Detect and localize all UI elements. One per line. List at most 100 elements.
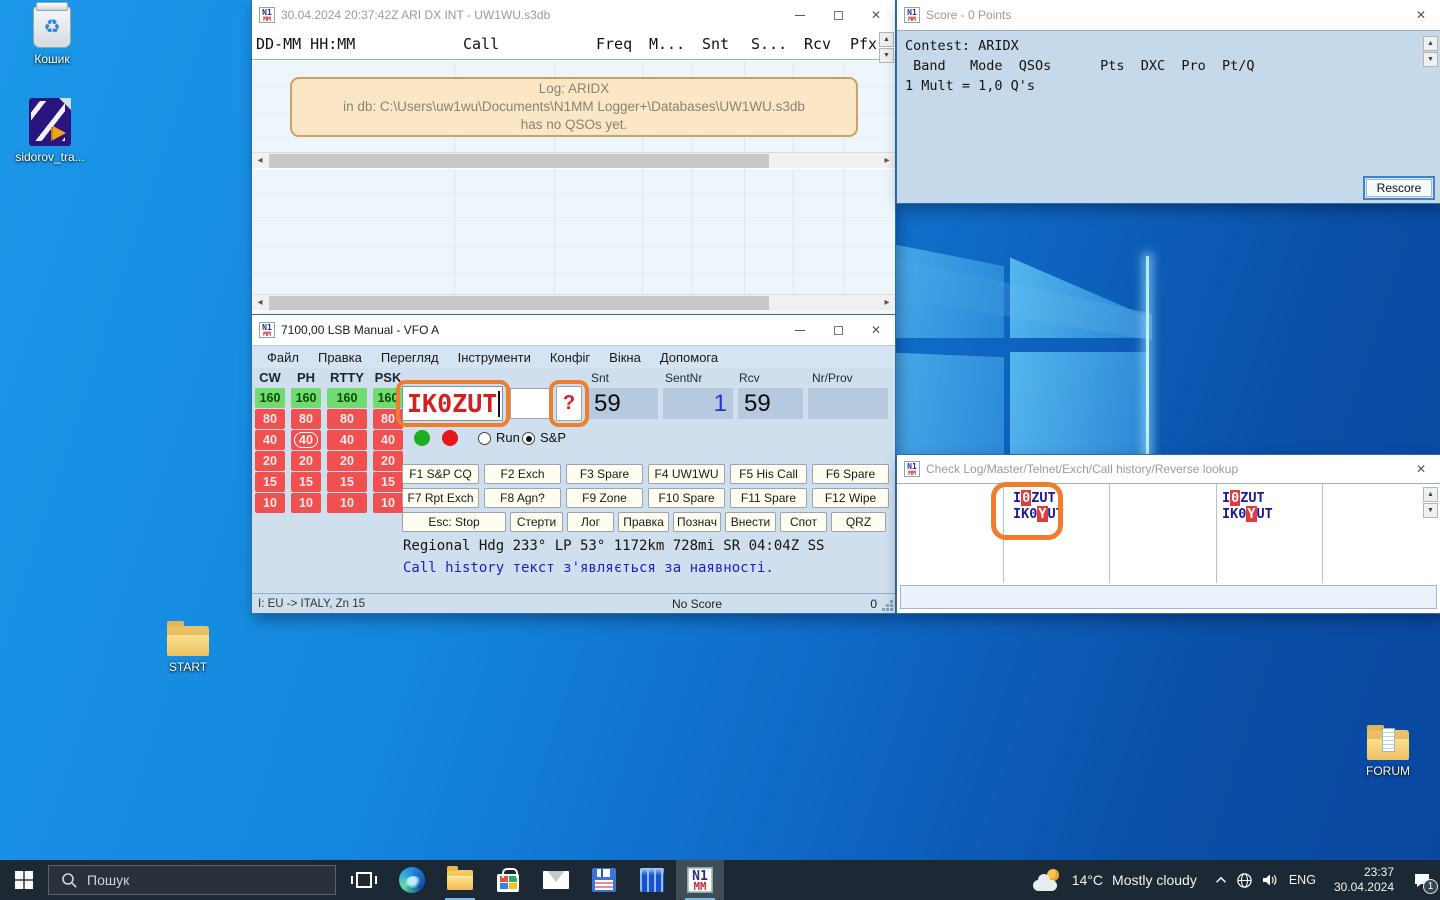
- band-button-PH-10[interactable]: 10: [291, 493, 321, 513]
- sp-radio[interactable]: [522, 432, 535, 445]
- band-button-PH-15[interactable]: 15: [291, 472, 321, 492]
- band-button-RTTY-15[interactable]: 15: [327, 472, 367, 492]
- check-call-suggestions[interactable]: I0ZUT IK0YUT: [1222, 490, 1273, 522]
- band-button-PH-40[interactable]: 40: [291, 430, 321, 450]
- scroll-up-icon[interactable]: ▲: [1423, 36, 1438, 51]
- band-button-RTTY-40[interactable]: 40: [327, 430, 367, 450]
- language-indicator[interactable]: ENG: [1281, 873, 1324, 887]
- nrprov-field[interactable]: [808, 388, 888, 419]
- run-radio[interactable]: [478, 432, 491, 445]
- secondary-input[interactable]: [510, 388, 550, 419]
- menu-item-4[interactable]: Інструменти: [458, 350, 531, 365]
- call-suggestion[interactable]: I0ZUT: [1013, 490, 1064, 506]
- taskbar-app-explorer[interactable]: [436, 860, 484, 900]
- start-button[interactable]: [0, 860, 48, 900]
- close-button[interactable]: ✕: [1402, 455, 1440, 483]
- minimize-button[interactable]: [781, 0, 819, 30]
- band-button-RTTY-160[interactable]: 160: [327, 388, 367, 408]
- band-button-RTTY-80[interactable]: 80: [327, 409, 367, 429]
- scroll-down-icon[interactable]: ▼: [879, 48, 894, 63]
- desktop-icon-forum-folder[interactable]: FORUM: [1346, 724, 1430, 778]
- close-button[interactable]: ✕: [857, 315, 895, 345]
- scroll-left-icon[interactable]: ◂: [252, 295, 268, 310]
- fkey-button-5[interactable]: F11 Spare: [730, 488, 807, 508]
- rcv-field[interactable]: 59: [738, 388, 803, 419]
- scroll-down-icon[interactable]: ▼: [1423, 503, 1438, 518]
- question-mark-button[interactable]: ?: [556, 386, 582, 421]
- fkey-button-4[interactable]: F10 Spare: [648, 488, 725, 508]
- scroll-right-icon[interactable]: ▸: [879, 153, 895, 168]
- fkey-button-3[interactable]: F3 Spare: [566, 464, 643, 484]
- band-button-CW-15[interactable]: 15: [255, 472, 285, 492]
- scroll-up-icon[interactable]: ▲: [1423, 487, 1438, 502]
- band-button-PSK-160[interactable]: 160: [373, 388, 403, 408]
- band-button-CW-160[interactable]: 160: [255, 388, 285, 408]
- log-column-1[interactable]: DD-MM HH:MM: [256, 35, 355, 53]
- band-button-CW-10[interactable]: 10: [255, 493, 285, 513]
- check-call-suggestions[interactable]: I0ZUT IK0YUT: [1013, 490, 1064, 522]
- log-horizontal-scrollbar-1[interactable]: ◂ ▸: [252, 152, 895, 168]
- menu-item-2[interactable]: Правка: [318, 350, 362, 365]
- call-suggestion[interactable]: IK0YUT: [1013, 506, 1064, 522]
- scrollbar-thumb[interactable]: [269, 154, 769, 168]
- notification-center-button[interactable]: 1: [1404, 860, 1440, 900]
- band-button-PH-80[interactable]: 80: [291, 409, 321, 429]
- menu-item-6[interactable]: Вікна: [609, 350, 641, 365]
- fkey-button-2[interactable]: F2 Exch: [484, 464, 561, 484]
- band-button-CW-20[interactable]: 20: [255, 451, 285, 471]
- menu-item-7[interactable]: Допомога: [660, 350, 718, 365]
- action-button-7[interactable]: Спот: [780, 512, 827, 532]
- action-button-2[interactable]: Стерти: [510, 512, 563, 532]
- close-button[interactable]: ✕: [1402, 0, 1440, 30]
- log-column-4[interactable]: M...: [649, 35, 685, 53]
- call-suggestion[interactable]: I0ZUT: [1222, 490, 1273, 506]
- band-button-PH-160[interactable]: 160: [291, 388, 321, 408]
- score-vertical-spinner[interactable]: ▲ ▼: [1423, 36, 1438, 68]
- taskbar-clock[interactable]: 23:37 30.04.2024: [1324, 865, 1404, 895]
- volume-button[interactable]: [1257, 860, 1281, 900]
- rescore-button[interactable]: Rescore: [1366, 179, 1432, 197]
- score-window-titlebar[interactable]: N1 MM Score - 0 Points ✕: [897, 0, 1440, 30]
- band-button-CW-40[interactable]: 40: [255, 430, 285, 450]
- scroll-up-icon[interactable]: ▲: [879, 32, 894, 47]
- taskbar-app-store[interactable]: [484, 860, 532, 900]
- band-button-PSK-15[interactable]: 15: [373, 472, 403, 492]
- log-column-2[interactable]: Call: [463, 35, 499, 53]
- action-button-1[interactable]: Esc: Stop: [402, 512, 506, 532]
- band-button-PSK-40[interactable]: 40: [373, 430, 403, 450]
- network-button[interactable]: [1233, 860, 1257, 900]
- log-column-7[interactable]: Rcv: [804, 35, 831, 53]
- action-button-4[interactable]: Правка: [618, 512, 669, 532]
- scroll-left-icon[interactable]: ◂: [252, 153, 268, 168]
- desktop-icon-recycle-bin[interactable]: ♻ Кошик: [10, 6, 94, 66]
- log-column-6[interactable]: S...: [751, 35, 787, 53]
- band-button-RTTY-20[interactable]: 20: [327, 451, 367, 471]
- desktop-icon-start-folder[interactable]: START: [146, 620, 230, 674]
- fkey-button-2[interactable]: F8 Agn?: [484, 488, 561, 508]
- band-button-PSK-10[interactable]: 10: [373, 493, 403, 513]
- fkey-button-3[interactable]: F9 Zone: [566, 488, 643, 508]
- callsign-input[interactable]: IK0ZUT: [402, 386, 503, 421]
- taskbar-app-archive[interactable]: [628, 860, 676, 900]
- menu-item-1[interactable]: Файл: [267, 350, 299, 365]
- fkey-button-1[interactable]: F1 S&P CQ: [402, 464, 479, 484]
- scroll-down-icon[interactable]: ▼: [1423, 52, 1438, 67]
- scroll-right-icon[interactable]: ▸: [879, 295, 895, 310]
- taskbar-search-input[interactable]: Пошук: [48, 865, 336, 895]
- fkey-button-6[interactable]: F12 Wipe: [812, 488, 889, 508]
- fkey-button-6[interactable]: F6 Spare: [812, 464, 889, 484]
- scrollbar-thumb[interactable]: [269, 296, 769, 310]
- log-column-3[interactable]: Freq: [596, 35, 632, 53]
- sentnr-field[interactable]: 1: [663, 388, 733, 419]
- menu-item-3[interactable]: Перегляд: [381, 350, 439, 365]
- maximize-button[interactable]: [819, 0, 857, 30]
- band-button-PSK-80[interactable]: 80: [373, 409, 403, 429]
- desktop-icon-sidorov[interactable]: sidorov_tra...: [8, 98, 92, 164]
- band-button-PH-20[interactable]: 20: [291, 451, 321, 471]
- fkey-button-4[interactable]: F4 UW1WU: [648, 464, 725, 484]
- call-suggestion[interactable]: IK0YUT: [1222, 506, 1273, 522]
- action-button-8[interactable]: QRZ: [831, 512, 886, 532]
- log-horizontal-scrollbar-2[interactable]: ◂ ▸: [252, 294, 895, 310]
- taskbar-app-floppy[interactable]: [580, 860, 628, 900]
- log-column-5[interactable]: Snt: [702, 35, 729, 53]
